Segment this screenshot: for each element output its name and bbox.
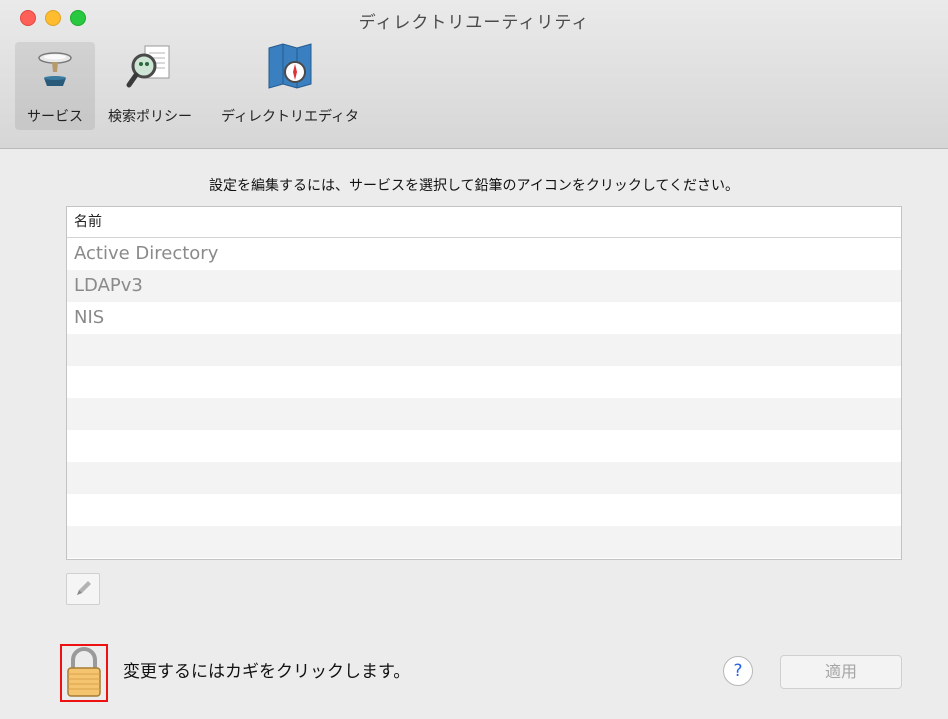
window-title: ディレクトリユーティリティ — [358, 13, 590, 33]
directory-utility-window: ディレクトリユーティリティ サービス 検索ポリシー ディレクトリエディタ 設定を… — [0, 0, 948, 719]
lock-button[interactable] — [60, 644, 108, 702]
tab-services-label: サービス — [27, 109, 83, 125]
table-row[interactable]: Active Directory — [67, 238, 901, 270]
title-bar: ディレクトリユーティリティ サービス 検索ポリシー ディレクトリエディタ — [0, 0, 948, 149]
tab-directory-editor[interactable]: ディレクトリエディタ — [205, 42, 375, 130]
empty-table-row — [67, 334, 901, 366]
search-policy-icon — [126, 45, 170, 88]
apply-button[interactable]: 適用 — [780, 655, 902, 689]
pencil-icon — [77, 581, 91, 595]
help-button[interactable]: ? — [723, 656, 753, 686]
empty-table-row — [67, 430, 901, 462]
column-header-name[interactable]: 名前 — [67, 207, 901, 238]
edit-button[interactable] — [66, 573, 100, 605]
empty-table-row — [67, 494, 901, 526]
empty-table-row — [67, 462, 901, 494]
table-row[interactable]: LDAPv3 — [67, 270, 901, 302]
services-table[interactable]: 名前 Active Directory LDAPv3 NIS — [66, 206, 902, 560]
tab-search-policy-label: 検索ポリシー — [108, 109, 192, 125]
table-row[interactable]: NIS — [67, 302, 901, 334]
empty-table-row — [67, 366, 901, 398]
instruction-text: 設定を編集するには、サービスを選択して鉛筆のアイコンをクリックしてください。 — [208, 178, 740, 194]
tab-services[interactable]: サービス — [15, 42, 95, 130]
tab-directory-editor-label: ディレクトリエディタ — [220, 109, 360, 125]
tab-search-policy[interactable]: 検索ポリシー — [100, 42, 200, 130]
directory-editor-icon — [268, 43, 312, 89]
lock-icon — [67, 647, 101, 697]
empty-table-row — [67, 526, 901, 558]
empty-table-row — [67, 398, 901, 430]
services-pane: 設定を編集するには、サービスを選択して鉛筆のアイコンをクリックしてください。 名… — [0, 149, 948, 719]
lock-instruction-text: 変更するにはカギをクリックします。 — [123, 662, 411, 682]
services-icon — [38, 52, 72, 86]
